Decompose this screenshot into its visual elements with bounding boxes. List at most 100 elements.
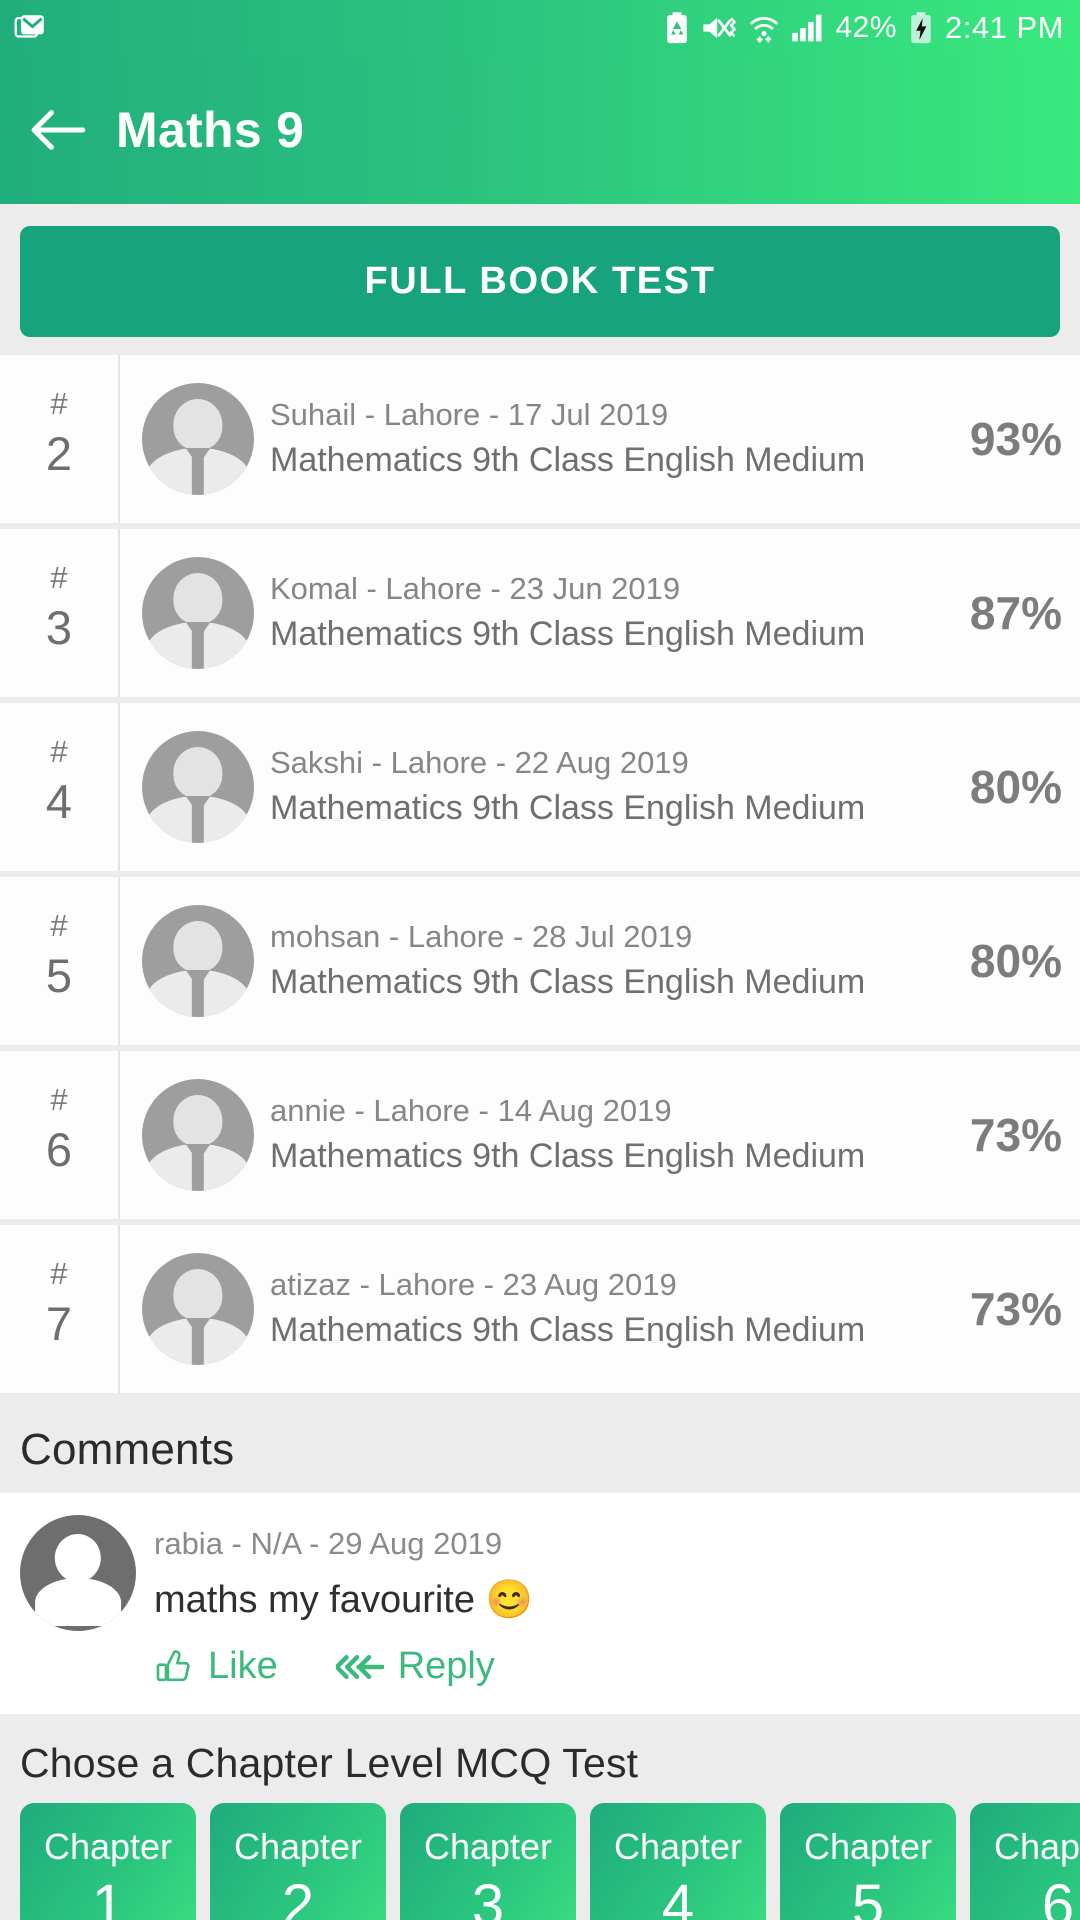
avatar — [20, 1515, 136, 1631]
rank-hash-symbol: # — [50, 908, 68, 944]
score-percent: 93% — [969, 413, 1062, 465]
score-percent: 73% — [969, 1283, 1062, 1335]
user-meta: Sakshi - Lahore - 22 Aug 2019 — [270, 745, 689, 781]
chapter-number-label: 3 — [471, 1872, 505, 1920]
row-text: mohsan - Lahore - 28 Jul 2019 Mathematic… — [270, 916, 956, 1006]
avatar — [142, 1253, 254, 1365]
table-row[interactable]: # 6 annie - Lahore - 14 Aug 2019 Mathema… — [0, 1051, 1080, 1219]
row-text: atizaz - Lahore - 23 Aug 2019 Mathematic… — [270, 1264, 956, 1354]
list-item: rabia - N/A - 29 Aug 2019 maths my favou… — [0, 1493, 1080, 1714]
rank-column: # 6 — [0, 1051, 120, 1219]
reply-label: Reply — [397, 1645, 495, 1687]
rank-hash-symbol: # — [50, 386, 68, 422]
row-content: Suhail - Lahore - 17 Jul 2019 Mathematic… — [120, 355, 1080, 523]
table-row[interactable]: # 5 mohsan - Lahore - 28 Jul 2019 Mathem… — [0, 877, 1080, 1045]
subject-label: Mathematics 9th Class English Medium — [270, 962, 866, 1001]
chapter-card-2[interactable]: Chapter 2 — [210, 1803, 386, 1920]
chapter-card-1[interactable]: Chapter 1 — [20, 1803, 196, 1920]
rank-number: 7 — [45, 1297, 73, 1351]
rank-number: 3 — [45, 601, 73, 655]
rank-column: # 2 — [0, 355, 120, 523]
comment-body: rabia - N/A - 29 Aug 2019 maths my favou… — [20, 1515, 1060, 1631]
charging-battery-icon — [908, 11, 934, 45]
row-content: atizaz - Lahore - 23 Aug 2019 Mathematic… — [120, 1225, 1080, 1393]
thumbs-up-icon — [154, 1647, 194, 1687]
full-book-test-button[interactable]: FULL BOOK TEST — [20, 226, 1060, 337]
table-row[interactable]: # 4 Sakshi - Lahore - 22 Aug 2019 Mathem… — [0, 703, 1080, 871]
chapter-card-5[interactable]: Chapter 5 — [780, 1803, 956, 1920]
battery-percent-label: 42% — [835, 11, 898, 44]
comment-actions: Like Reply — [20, 1631, 1060, 1704]
rank-hash-symbol: # — [50, 1256, 68, 1292]
rank-hash-symbol: # — [50, 560, 68, 596]
avatar — [142, 1079, 254, 1191]
app-screen: 42% 2:41 PM Maths 9 FULL BOOK TEST # 2 S… — [0, 0, 1080, 1920]
comments-heading: Comments — [0, 1399, 1080, 1493]
chapter-card-3[interactable]: Chapter 3 — [400, 1803, 576, 1920]
app-bar: Maths 9 — [0, 56, 1080, 204]
avatar — [142, 557, 254, 669]
row-text: Suhail - Lahore - 17 Jul 2019 Mathematic… — [270, 394, 956, 484]
full-book-test-section: FULL BOOK TEST — [0, 204, 1080, 355]
back-arrow-icon[interactable] — [30, 106, 86, 154]
subject-label: Mathematics 9th Class English Medium — [270, 614, 866, 653]
score-percent: 73% — [969, 1109, 1062, 1161]
row-text: Komal - Lahore - 23 Jun 2019 Mathematics… — [270, 568, 956, 658]
like-button[interactable]: Like — [154, 1645, 278, 1688]
rank-column: # 5 — [0, 877, 120, 1045]
avatar — [142, 383, 254, 495]
cellular-signal-icon — [791, 13, 825, 43]
wifi-icon — [748, 12, 780, 44]
subject-label: Mathematics 9th Class English Medium — [270, 440, 866, 479]
double-left-arrow-icon — [335, 1649, 384, 1685]
leaderboard-list: # 2 Suhail - Lahore - 17 Jul 2019 Mathem… — [0, 355, 1080, 1393]
row-text: Sakshi - Lahore - 22 Aug 2019 Mathematic… — [270, 742, 956, 832]
chapter-number-label: 4 — [661, 1872, 695, 1920]
subject-label: Mathematics 9th Class English Medium — [270, 1136, 866, 1175]
table-row[interactable]: # 7 atizaz - Lahore - 23 Aug 2019 Mathem… — [0, 1225, 1080, 1393]
chapter-number-label: 6 — [1041, 1872, 1075, 1920]
comment-text: maths my favourite 😊 — [154, 1578, 533, 1621]
table-row[interactable]: # 2 Suhail - Lahore - 17 Jul 2019 Mathem… — [0, 355, 1080, 523]
chapter-word-label: Chapter — [613, 1826, 743, 1867]
chapter-number-label: 1 — [91, 1872, 125, 1920]
chapters-section: Chose a Chapter Level MCQ Test Chapter 1… — [0, 1714, 1080, 1920]
chapter-scroll-strip[interactable]: Chapter 1 Chapter 2 Chapter 3 Chapter 4 … — [0, 1803, 1080, 1920]
score-percent: 80% — [969, 761, 1062, 813]
score-percent: 80% — [969, 935, 1062, 987]
row-content: Sakshi - Lahore - 22 Aug 2019 Mathematic… — [120, 703, 1080, 871]
avatar — [142, 905, 254, 1017]
reply-button[interactable]: Reply — [335, 1645, 495, 1688]
rank-number: 6 — [45, 1123, 73, 1177]
chapter-word-label: Chapter — [43, 1826, 173, 1867]
chapter-word-label: Chapter — [993, 1826, 1080, 1867]
row-text: annie - Lahore - 14 Aug 2019 Mathematics… — [270, 1090, 956, 1180]
status-bar-notifications — [14, 11, 48, 45]
rank-column: # 7 — [0, 1225, 120, 1393]
rank-column: # 3 — [0, 529, 120, 697]
clock-label: 2:41 PM — [945, 10, 1064, 45]
score-percent: 87% — [969, 587, 1062, 639]
user-meta: mohsan - Lahore - 28 Jul 2019 — [270, 919, 693, 955]
chapters-heading: Chose a Chapter Level MCQ Test — [20, 1740, 639, 1786]
comment-text-block: rabia - N/A - 29 Aug 2019 maths my favou… — [154, 1515, 1060, 1629]
status-bar: 42% 2:41 PM — [0, 0, 1080, 56]
table-row[interactable]: # 3 Komal - Lahore - 23 Jun 2019 Mathema… — [0, 529, 1080, 697]
comment-meta: rabia - N/A - 29 Aug 2019 — [154, 1526, 503, 1561]
avatar — [142, 731, 254, 843]
chapter-card-4[interactable]: Chapter 4 — [590, 1803, 766, 1920]
mute-vibrate-icon — [701, 13, 737, 43]
rank-number: 2 — [45, 427, 73, 481]
rank-number: 5 — [45, 949, 73, 1003]
rank-column: # 4 — [0, 703, 120, 871]
gmail-icon — [14, 11, 48, 45]
chapter-number-label: 2 — [281, 1872, 315, 1920]
user-meta: atizaz - Lahore - 23 Aug 2019 — [270, 1267, 677, 1303]
rank-hash-symbol: # — [50, 734, 68, 770]
chapter-card-6[interactable]: Chapter 6 — [970, 1803, 1080, 1920]
user-meta: Suhail - Lahore - 17 Jul 2019 — [270, 397, 669, 433]
chapter-word-label: Chapter — [233, 1826, 363, 1867]
subject-label: Mathematics 9th Class English Medium — [270, 1310, 866, 1349]
rank-number: 4 — [45, 775, 73, 829]
status-bar-system-icons: 42% 2:41 PM — [664, 10, 1065, 46]
